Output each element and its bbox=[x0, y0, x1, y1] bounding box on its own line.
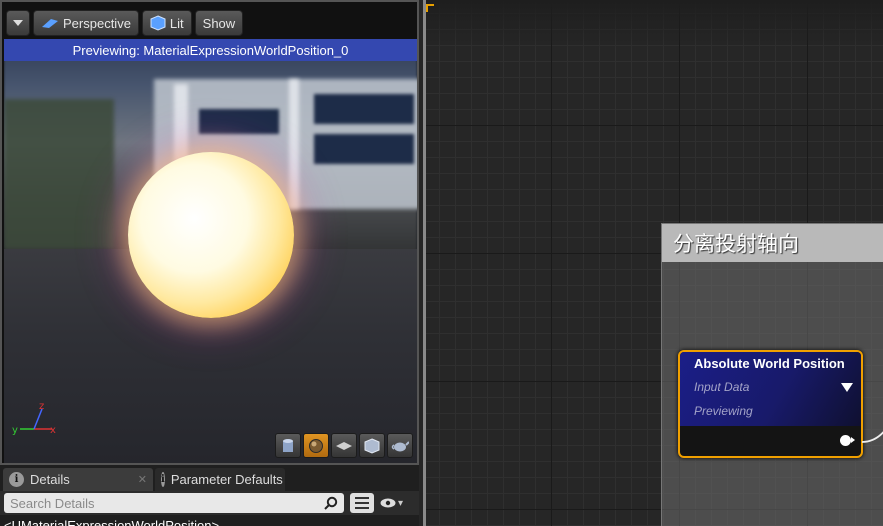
chevron-down-icon bbox=[13, 20, 23, 26]
perspective-icon bbox=[42, 19, 58, 28]
selected-object-label: <UMaterialExpressionWorldPosition> bbox=[4, 518, 220, 526]
graph-focus-corner bbox=[426, 4, 434, 12]
node-input-label: Input Data bbox=[694, 380, 750, 394]
preview-shape-toolbar bbox=[275, 433, 413, 458]
preview-cylinder-button[interactable] bbox=[275, 433, 301, 458]
node-title: Absolute World Position bbox=[694, 356, 845, 371]
details-search-row: Search Details ▾ bbox=[0, 491, 419, 515]
node-header[interactable]: Absolute World Position Input Data Previ… bbox=[680, 352, 861, 426]
axis-z-label: z bbox=[39, 401, 44, 412]
close-icon[interactable]: ✕ bbox=[138, 473, 147, 486]
absolute-world-position-node[interactable]: Absolute World Position Input Data Previ… bbox=[678, 350, 863, 458]
preview-cube-button[interactable] bbox=[359, 433, 385, 458]
info-icon: i bbox=[9, 472, 24, 487]
node-input-row[interactable]: Input Data bbox=[694, 380, 861, 394]
axis-gizmo-icon: x y z bbox=[12, 401, 56, 436]
view-options-button[interactable]: ▾ bbox=[380, 498, 403, 509]
material-preview-viewport[interactable]: x y z Perspective Lit Show Previewing: M… bbox=[0, 0, 419, 465]
preview-plane-button[interactable] bbox=[331, 433, 357, 458]
tab-details-label: Details bbox=[30, 472, 70, 487]
chevron-down-icon: ▾ bbox=[398, 497, 404, 509]
output-pin[interactable] bbox=[840, 435, 855, 446]
preview-teapot-button[interactable] bbox=[387, 433, 413, 458]
search-icon bbox=[324, 496, 338, 510]
lit-button[interactable]: Lit bbox=[141, 10, 192, 36]
building-window bbox=[199, 109, 279, 134]
axis-y-label: y bbox=[12, 425, 18, 436]
cylinder-icon bbox=[283, 438, 293, 452]
comment-title[interactable]: 分离投射轴向 bbox=[662, 224, 883, 262]
details-tab-strip: i Details ✕ i Parameter Defaults bbox=[0, 465, 419, 491]
cube-icon bbox=[364, 437, 380, 454]
perspective-label: Perspective bbox=[63, 15, 131, 31]
search-details-input[interactable]: Search Details bbox=[4, 493, 344, 513]
output-wire bbox=[862, 431, 883, 443]
viewport-toolbar: Perspective Lit Show bbox=[6, 10, 244, 37]
details-panel: i Details ✕ i Parameter Defaults Search … bbox=[0, 465, 419, 526]
show-label: Show bbox=[202, 15, 236, 31]
node-status: Previewing bbox=[694, 404, 753, 418]
viewport-options-button[interactable] bbox=[6, 10, 30, 36]
trees-backdrop bbox=[4, 99, 114, 249]
show-button[interactable]: Show bbox=[194, 10, 244, 36]
preview-banner: Previewing: MaterialExpressionWorldPosit… bbox=[4, 39, 417, 61]
building-pillar bbox=[289, 79, 299, 209]
sphere-icon bbox=[309, 438, 323, 453]
lit-label: Lit bbox=[169, 15, 184, 31]
teapot-icon bbox=[391, 440, 409, 451]
material-graph-canvas[interactable]: 分离投射轴向 Absolute World Position Input Dat… bbox=[423, 0, 883, 526]
preview-scene[interactable]: x y z bbox=[4, 39, 417, 463]
search-placeholder: Search Details bbox=[10, 495, 95, 511]
tab-parameter-defaults[interactable]: i Parameter Defaults bbox=[155, 468, 285, 491]
tab-parameter-defaults-label: Parameter Defaults bbox=[170, 472, 283, 487]
dropdown-arrow-icon[interactable] bbox=[841, 383, 853, 392]
building-window bbox=[314, 94, 414, 124]
preview-sphere-button[interactable] bbox=[303, 433, 329, 458]
axis-x-label: x bbox=[50, 425, 56, 436]
building-window bbox=[314, 134, 414, 164]
tab-details[interactable]: i Details ✕ bbox=[3, 468, 153, 491]
plane-icon bbox=[336, 441, 352, 450]
graph-top-shade bbox=[426, 0, 883, 50]
list-view-icon bbox=[355, 497, 369, 509]
property-matrix-button[interactable] bbox=[350, 493, 374, 513]
info-icon: i bbox=[161, 472, 165, 487]
perspective-button[interactable]: Perspective bbox=[33, 10, 139, 36]
lit-cube-icon bbox=[150, 15, 166, 31]
eye-icon bbox=[380, 498, 396, 508]
preview-sphere bbox=[128, 152, 294, 318]
